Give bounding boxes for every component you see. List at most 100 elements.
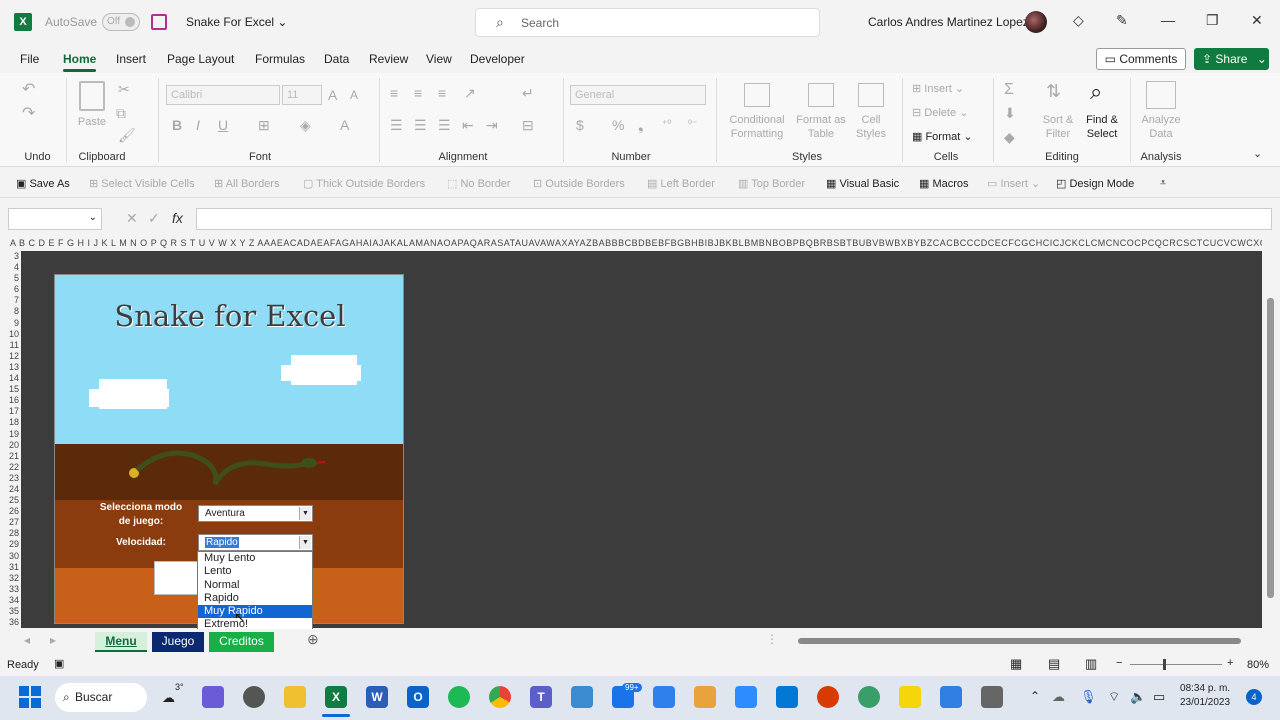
redo-icon[interactable]: ↷ [22, 103, 35, 123]
align-left-icon[interactable]: ☰ [390, 117, 403, 134]
close-icon[interactable]: ✕ [1251, 12, 1263, 29]
format-as-table-button[interactable]: Format as Table [794, 113, 848, 141]
share-button[interactable]: ⇪ Share ⌄ [1194, 48, 1269, 70]
row-number[interactable]: 3 [0, 251, 19, 262]
autosave-toggle[interactable]: Off [102, 13, 140, 31]
conditional-formatting-icon[interactable] [744, 83, 770, 107]
tab-formulas[interactable]: Formulas [255, 52, 305, 66]
top-border-button[interactable]: ▥ Top Border [738, 177, 805, 190]
outlook-icon[interactable]: O [407, 686, 429, 708]
insert-cells-button[interactable]: ⊞ Insert ⌄ [912, 82, 972, 96]
sort-filter-button[interactable]: Sort & Filter [1038, 113, 1078, 141]
delete-cells-button[interactable]: ⊟ Delete ⌄ [912, 106, 982, 120]
row-number[interactable]: 9 [0, 318, 19, 329]
collapse-ribbon-icon[interactable]: ⌄ [1253, 147, 1262, 160]
row-number[interactable]: 23 [0, 473, 19, 484]
speed-option[interactable]: Rapido [198, 592, 312, 605]
row-number[interactable]: 19 [0, 429, 19, 440]
design-mode-button[interactable]: ◰ Design Mode [1056, 177, 1134, 190]
italic-icon[interactable]: I [196, 117, 200, 133]
horizontal-scrollbar[interactable] [786, 636, 1256, 646]
tab-page-layout[interactable]: Page Layout [167, 52, 234, 66]
weather-icon[interactable]: ☁ [162, 690, 175, 706]
speed-option-highlighted[interactable]: Muy Rapido [198, 605, 312, 619]
row-number[interactable]: 32 [0, 573, 19, 584]
fx-icon[interactable]: fx [172, 210, 183, 226]
tab-review[interactable]: Review [369, 52, 408, 66]
currency-icon[interactable]: $ [576, 117, 584, 133]
start-button[interactable] [154, 561, 200, 595]
document-title[interactable]: Snake For Excel ⌄ [186, 15, 287, 29]
chevron-down-icon[interactable]: ▼ [299, 536, 311, 549]
no-border-button[interactable]: ⬚ No Border [447, 177, 511, 190]
row-number[interactable]: 14 [0, 373, 19, 384]
outside-borders-button[interactable]: ⊡ Outside Borders [533, 177, 625, 190]
format-painter-icon[interactable]: 🖌 [118, 127, 136, 144]
select-visible-cells-button[interactable]: ⊞ Select Visible Cells [89, 177, 195, 190]
thick-outside-borders-button[interactable]: ▢ Thick Outside Borders [303, 177, 425, 190]
name-box[interactable]: ⌄ [8, 208, 102, 230]
row-number[interactable]: 21 [0, 451, 19, 462]
sheet-tab-juego[interactable]: Juego [152, 632, 204, 652]
align-bottom-icon[interactable]: ≡ [438, 85, 446, 101]
taskbar-clock[interactable]: 08:34 p. m. 23/01/2023 [1180, 682, 1230, 710]
calendar-icon[interactable] [940, 686, 962, 708]
save-icon[interactable] [151, 14, 167, 30]
tab-scroll-right-icon[interactable]: ▸ [50, 633, 56, 647]
row-number[interactable]: 5 [0, 273, 19, 284]
customize-toolbar-icon[interactable]: ⩡ [1160, 177, 1166, 190]
tab-home[interactable]: Home [63, 52, 97, 72]
mode-select[interactable]: Aventura ▼ [198, 505, 313, 522]
paste-button[interactable]: Paste [72, 115, 112, 129]
percent-icon[interactable]: % [612, 117, 624, 133]
all-borders-button[interactable]: ⊞ All Borders [214, 177, 279, 190]
spotify-icon[interactable] [448, 686, 470, 708]
zoom-icon[interactable] [735, 686, 757, 708]
chevron-down-icon[interactable]: ▼ [299, 507, 311, 520]
sheet-tab-creditos[interactable]: Creditos [209, 632, 274, 652]
tray-expand-icon[interactable]: ⌃ [1030, 689, 1040, 703]
chatgpt-icon[interactable] [858, 686, 880, 708]
row-number[interactable]: 20 [0, 440, 19, 451]
font-size-select[interactable]: 11 [282, 85, 322, 105]
row-number[interactable]: 13 [0, 362, 19, 373]
left-border-button[interactable]: ▤ Left Border [647, 177, 715, 190]
diamond-icon[interactable]: ◇ [1073, 12, 1084, 29]
splitter-icon[interactable]: ⋮ [766, 632, 778, 646]
sheet-tab-menu[interactable]: Menu [95, 632, 147, 652]
font-color-icon[interactable]: A [340, 117, 349, 133]
row-number[interactable]: 18 [0, 417, 19, 428]
speed-option[interactable]: Lento [198, 565, 312, 578]
restore-icon[interactable]: ❐ [1206, 12, 1219, 29]
analyze-data-button[interactable]: Analyze Data [1136, 113, 1186, 141]
analyze-data-icon[interactable] [1146, 81, 1176, 109]
row-number[interactable]: 25 [0, 495, 19, 506]
page-break-view-icon[interactable]: ▥ [1085, 656, 1097, 672]
row-number[interactable]: 22 [0, 462, 19, 473]
tab-developer[interactable]: Developer [470, 52, 525, 66]
sort-filter-icon[interactable]: ⇅ [1046, 81, 1061, 102]
battery-icon[interactable]: ▭ [1153, 689, 1165, 705]
row-number[interactable]: 34 [0, 595, 19, 606]
font-name-select[interactable]: Calibri [166, 85, 280, 105]
copy-icon[interactable]: ⧉ [116, 105, 126, 122]
start-icon[interactable] [19, 686, 41, 708]
underline-icon[interactable]: U [218, 117, 228, 133]
word-icon[interactable]: W [366, 686, 388, 708]
conditional-formatting-button[interactable]: Conditional Formatting [722, 113, 792, 141]
sticky-notes-icon[interactable] [899, 686, 921, 708]
onedrive-icon[interactable]: ☁ [1052, 689, 1065, 705]
tab-insert[interactable]: Insert [116, 52, 146, 66]
row-number[interactable]: 10 [0, 329, 19, 340]
align-top-icon[interactable]: ≡ [390, 85, 398, 101]
increase-decimal-icon[interactable]: ⁺⁰ [662, 119, 671, 130]
teams-chat-icon[interactable] [202, 686, 224, 708]
search-input[interactable]: ⌕ Search [475, 8, 820, 37]
teams-icon[interactable]: T [530, 686, 552, 708]
zoom-slider[interactable] [1130, 664, 1222, 665]
cancel-icon[interactable]: ✕ [126, 210, 138, 227]
wifi-icon[interactable]: ⌔ [1108, 689, 1120, 705]
row-number[interactable]: 36 [0, 617, 19, 628]
align-center-icon[interactable]: ☰ [414, 117, 427, 134]
macros-button[interactable]: ▦ Macros [919, 177, 969, 190]
